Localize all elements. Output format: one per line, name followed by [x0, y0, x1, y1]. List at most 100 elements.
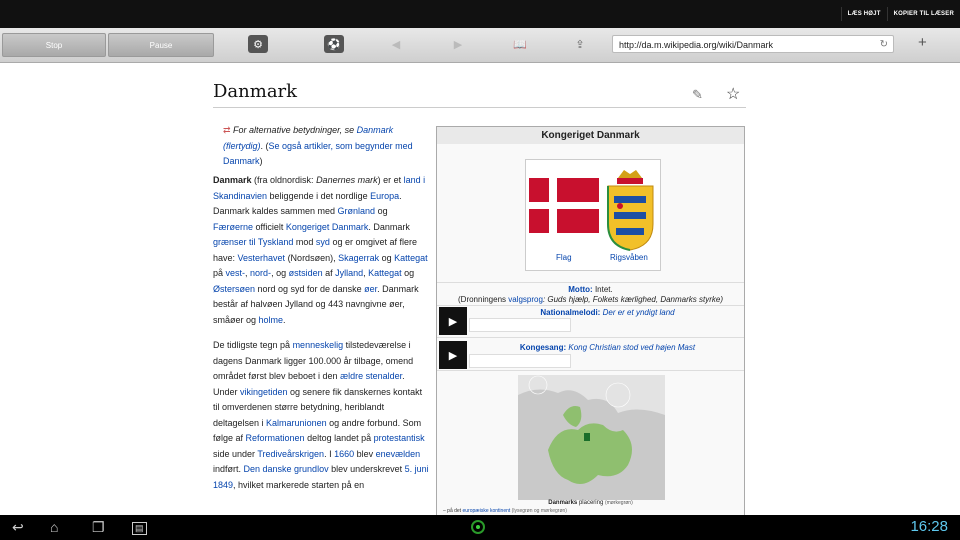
- edit-pencil-icon[interactable]: ✎: [692, 87, 703, 103]
- share-icon[interactable]: ⇪: [570, 35, 590, 53]
- article-link[interactable]: menneskelig: [293, 340, 344, 350]
- article-text: Danmark: [213, 175, 252, 185]
- map-caption-text: placering: [578, 500, 604, 506]
- top-action-bar: LÆS HØJT KOPIER TIL LÆSER: [0, 0, 960, 28]
- reload-icon[interactable]: ↻: [880, 36, 888, 54]
- hatnote-suffix: ): [259, 156, 263, 166]
- system-nav-bar: ↩ ⌂ ❐ ▤ 16:28: [0, 515, 960, 540]
- article-link[interactable]: land: [404, 175, 421, 185]
- coat-of-arms-image[interactable]: [604, 166, 657, 252]
- anthem-audio-track[interactable]: [469, 318, 571, 332]
- coat-caption-link[interactable]: Rigsvåben: [610, 253, 648, 262]
- new-tab-plus-icon[interactable]: +: [918, 34, 927, 51]
- anthem-row: ▶ Nationalmelodi: Der er et yndigt land: [437, 305, 744, 338]
- royal-anthem-label[interactable]: Kongesang:: [520, 343, 566, 352]
- article-text: , og: [271, 268, 289, 278]
- article-link[interactable]: Skagerrak: [338, 253, 379, 263]
- article-link[interactable]: Kalmarunionen: [266, 418, 327, 428]
- article-link[interactable]: øer: [364, 284, 377, 294]
- europe-location-map[interactable]: [518, 375, 665, 500]
- article-link[interactable]: Kattegat: [394, 253, 428, 263]
- soccer-ball-icon[interactable]: ⚽: [324, 35, 344, 53]
- flag-and-coat-panel: Flag Rigsvåben: [525, 159, 661, 271]
- article-link[interactable]: nord-: [250, 268, 271, 278]
- settings-gear-icon[interactable]: ⚙: [248, 35, 268, 53]
- article-link[interactable]: enevælden: [376, 449, 421, 459]
- motto-note-prefix: (Dronningens: [458, 295, 509, 304]
- watch-star-icon[interactable]: ☆: [726, 84, 740, 104]
- article-text: . Danmark: [368, 221, 410, 232]
- article-link[interactable]: Grønland: [338, 206, 376, 216]
- map-note-small: (lysegrøn og mørkegrøn): [511, 508, 567, 514]
- article-link[interactable]: Kongeriget Danmark: [286, 222, 369, 232]
- pause-button[interactable]: Pause: [108, 33, 214, 57]
- map-caption-bold: Danmarks: [548, 500, 578, 506]
- royal-anthem-audio-track[interactable]: [469, 354, 571, 368]
- article-link[interactable]: vest-: [226, 268, 246, 278]
- stop-button[interactable]: Stop: [2, 33, 106, 57]
- copy-to-reader-button[interactable]: KOPIER TIL LÆSER: [886, 7, 960, 21]
- article-link[interactable]: holme: [259, 315, 284, 325]
- article-text: og: [375, 206, 388, 216]
- motto-note-link[interactable]: valgsprog: [508, 295, 543, 304]
- article-body: Danmark (fra oldnordisk: Danernes mark) …: [213, 173, 429, 503]
- back-icon[interactable]: ↩: [12, 519, 24, 536]
- article-link[interactable]: grænser: [213, 237, 247, 247]
- article-text: . I: [324, 448, 335, 459]
- map-caption-small: (mørkegrøn): [604, 500, 633, 506]
- article-link[interactable]: ældre stenalder: [340, 371, 402, 381]
- article-link[interactable]: syd: [316, 237, 330, 247]
- hatnote-prefix: For alternative betydninger, se: [233, 125, 357, 135]
- article-text: nord og syd for de danske: [255, 283, 365, 294]
- motto-note-text: : Guds hjælp, Folkets kærlighed, Danmark…: [542, 295, 723, 304]
- article-text: af: [322, 268, 336, 278]
- motto-value: Intet.: [594, 285, 613, 294]
- article-link[interactable]: Europa: [370, 191, 399, 201]
- article-text: (fra oldnordisk:: [251, 175, 317, 185]
- article-link[interactable]: 1660: [334, 449, 354, 459]
- article-text: mod: [293, 237, 316, 247]
- hatnote-mid: . (: [260, 140, 269, 151]
- map-note-link[interactable]: europæiske kontinent: [462, 508, 510, 514]
- flag-caption-link[interactable]: Flag: [556, 253, 572, 262]
- article-link[interactable]: østsiden: [289, 268, 323, 278]
- royal-anthem-row: ▶ Kongesang: Kong Christian stod ved høj…: [437, 337, 744, 370]
- menu-icon[interactable]: ▤: [132, 522, 147, 535]
- article-link[interactable]: Østersøen: [213, 284, 255, 294]
- article-link[interactable]: Kattegat: [368, 268, 402, 278]
- article-link[interactable]: vikingetiden: [240, 387, 288, 397]
- recent-apps-icon[interactable]: ❐: [92, 519, 105, 536]
- article-link[interactable]: til: [249, 237, 256, 247]
- reader-book-icon[interactable]: 📖: [510, 35, 530, 53]
- article-text: officielt: [253, 221, 286, 232]
- url-bar[interactable]: http://da.m.wikipedia.org/wiki/Danmark ↻: [612, 35, 894, 53]
- anthem-link[interactable]: Der er et yndigt land: [603, 308, 675, 317]
- forward-arrow-icon[interactable]: ▶: [448, 35, 468, 53]
- motto-row: Motto: Intet. (Dronningens valgsprog: Gu…: [437, 282, 744, 305]
- article-text: på: [213, 268, 226, 278]
- danish-flag-image[interactable]: [529, 178, 599, 233]
- article-link[interactable]: Den danske grundlov: [244, 464, 329, 474]
- article-link[interactable]: Vesterhavet: [238, 253, 286, 263]
- royal-anthem-link[interactable]: Kong Christian stod ved højen Mast: [568, 343, 695, 352]
- home-icon[interactable]: ⌂: [50, 519, 58, 535]
- notification-status-icon[interactable]: [471, 520, 485, 534]
- article-link[interactable]: Tyskland: [258, 237, 294, 247]
- infobox-title: Kongeriget Danmark: [437, 127, 744, 144]
- back-arrow-icon[interactable]: ◀: [386, 35, 406, 53]
- article-text: Danernes mark: [316, 175, 378, 185]
- read-aloud-button[interactable]: LÆS HØJT: [840, 7, 887, 21]
- article-link[interactable]: Trediveårskrigen: [257, 449, 324, 459]
- motto-label[interactable]: Motto:: [568, 285, 592, 294]
- article-link[interactable]: Reformationen: [246, 433, 305, 443]
- royal-anthem-play-button[interactable]: ▶: [439, 341, 467, 369]
- anthem-label[interactable]: Nationalmelodi:: [540, 308, 600, 317]
- article-link[interactable]: Jylland: [335, 268, 363, 278]
- article-text: ) er et: [377, 175, 404, 185]
- article-link[interactable]: Færøerne: [213, 222, 253, 232]
- article-text: side under: [213, 448, 258, 459]
- anthem-play-button[interactable]: ▶: [439, 307, 467, 335]
- article-text: og: [379, 252, 395, 263]
- browser-toolbar: Stop Pause ⚙ ⚽ ◀ ▶ 📖 ⇪ http://da.m.wikip…: [0, 28, 960, 63]
- article-link[interactable]: protestantisk: [374, 433, 425, 443]
